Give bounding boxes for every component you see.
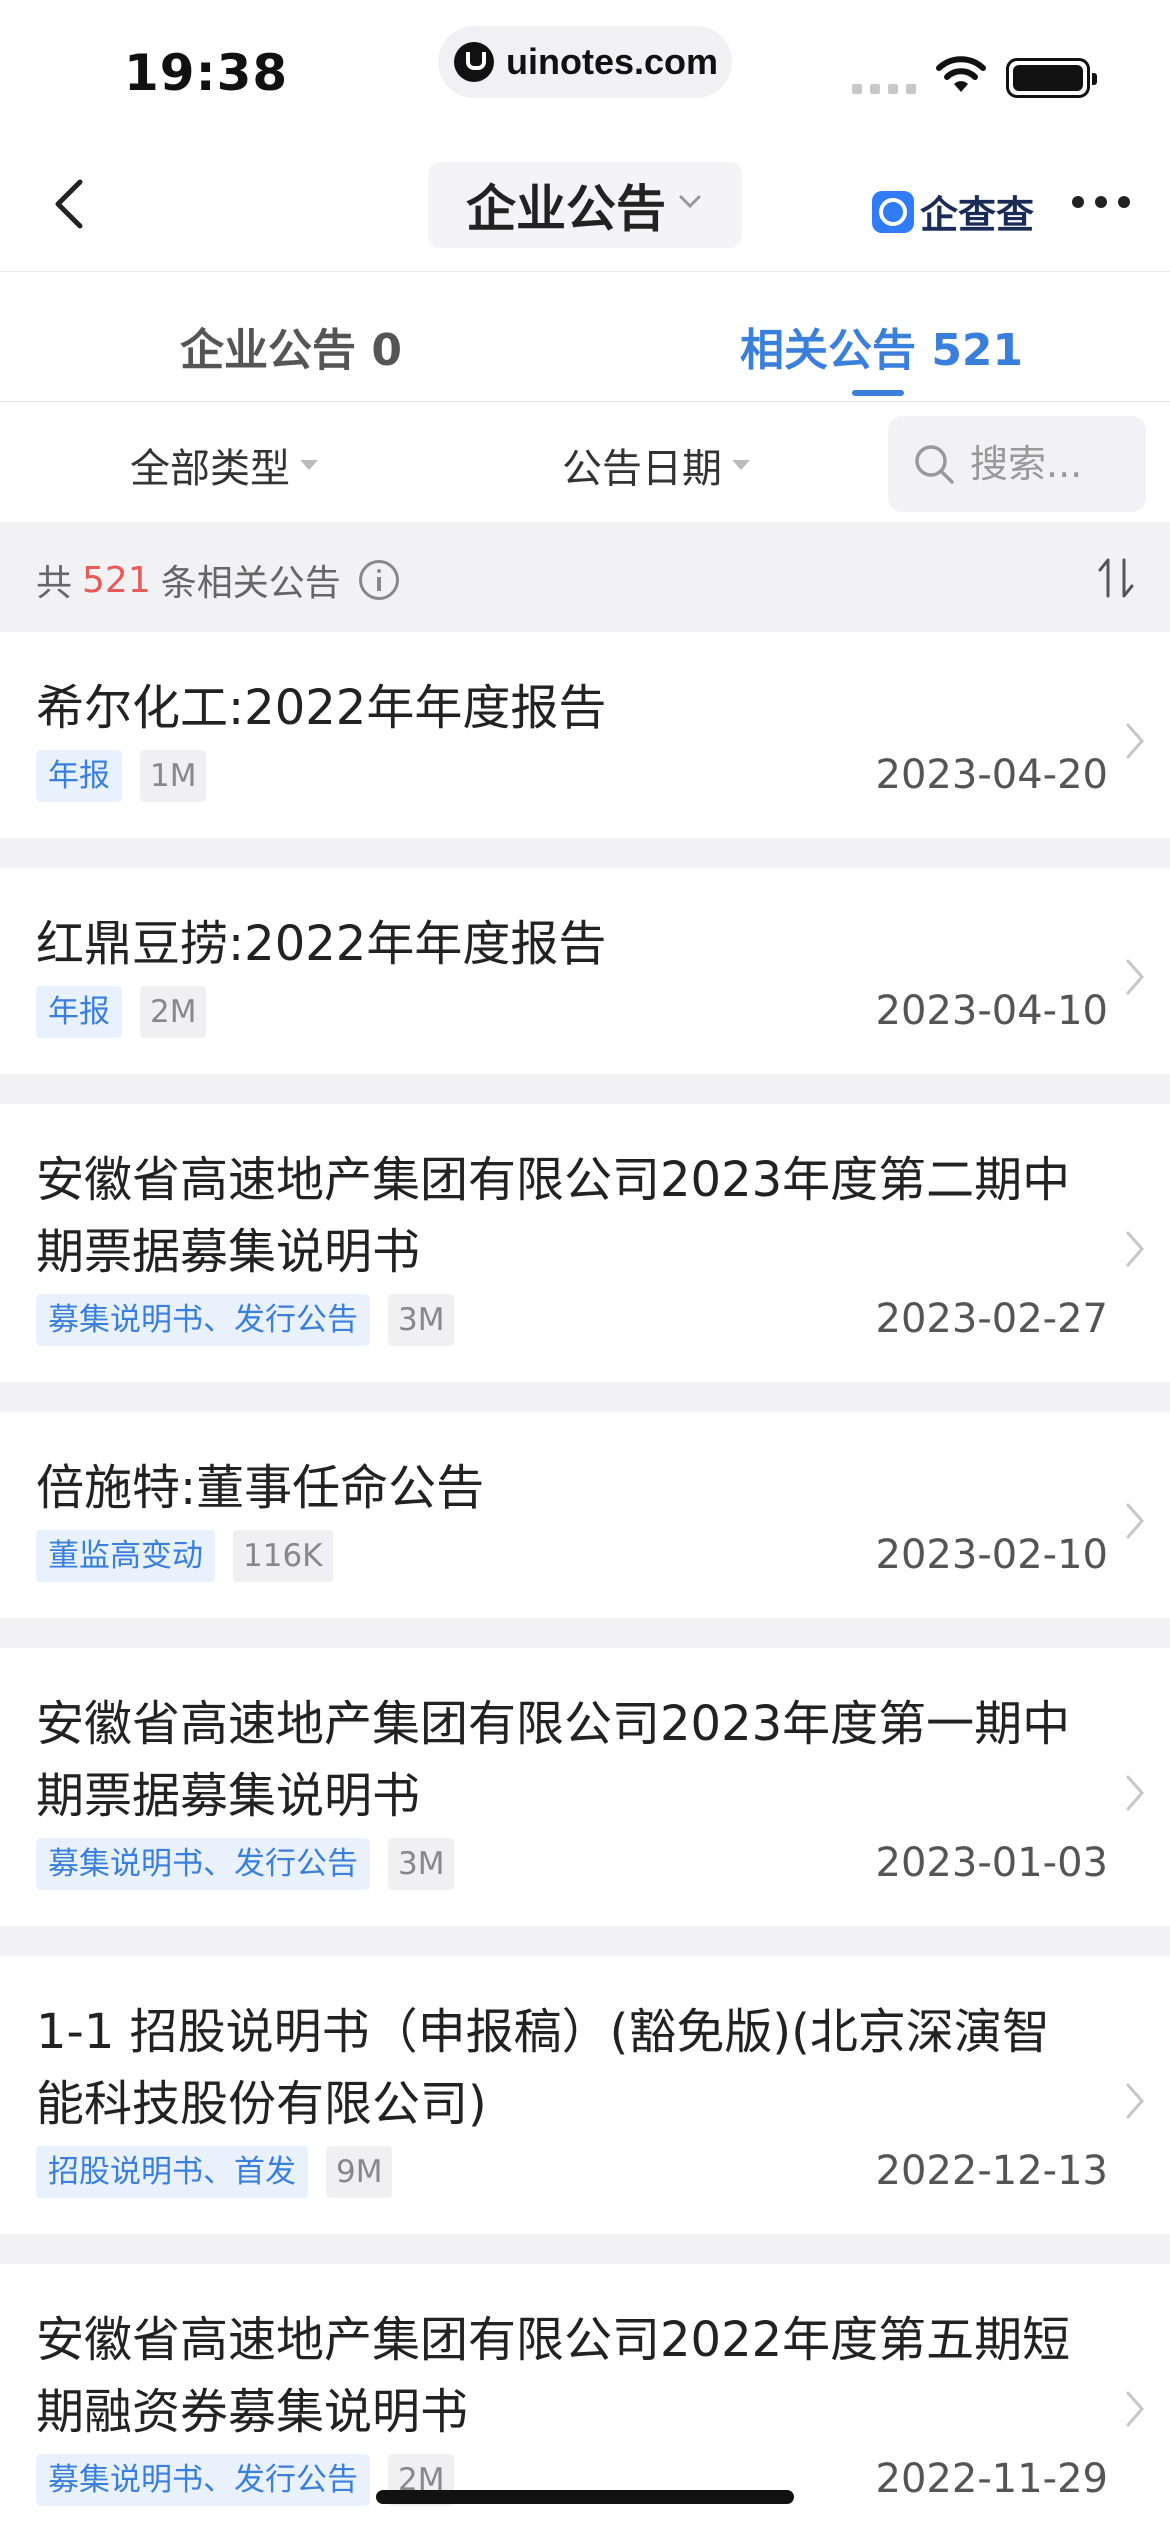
announcement-date: 2022-12-13	[875, 2148, 1108, 2194]
chevron-right-icon	[1126, 959, 1144, 995]
type-filter-label: 全部类型	[130, 446, 290, 492]
caret-down-icon	[732, 460, 750, 470]
category-badge: 招股说明书、首发	[36, 2146, 308, 2198]
file-size: 116K	[233, 1530, 333, 1582]
chevron-right-icon	[1126, 1503, 1144, 1539]
chevron-right-icon	[1126, 723, 1144, 759]
site-logo-icon	[454, 42, 494, 82]
chevron-right-icon	[1126, 2083, 1144, 2119]
announcement-title: 安徽省高速地产集团有限公司2023年度第一期中期票据募集说明书	[36, 1696, 1071, 1824]
announcement-title: 1-1 招股说明书（申报稿）(豁免版)(北京深演智能科技股份有限公司)	[36, 2004, 1050, 2132]
file-size: 2M	[140, 986, 207, 1038]
announcement-title: 安徽省高速地产集团有限公司2022年度第五期短期融资券募集说明书	[36, 2312, 1071, 2440]
home-indicator[interactable]	[376, 2490, 794, 2504]
active-tab-indicator	[852, 390, 904, 396]
wifi-icon	[936, 56, 986, 92]
search-input[interactable]	[970, 442, 1120, 486]
battery-icon	[1006, 58, 1097, 98]
announcement-title: 安徽省高速地产集团有限公司2023年度第二期中期票据募集说明书	[36, 1152, 1071, 1280]
category-badge: 董监高变动	[36, 1530, 215, 1582]
search-box[interactable]	[888, 416, 1146, 512]
list-item[interactable]: 1-1 招股说明书（申报稿）(豁免版)(北京深演智能科技股份有限公司) 招股说明…	[0, 1956, 1170, 2234]
type-filter[interactable]: 全部类型	[130, 436, 318, 494]
list-item[interactable]: 红鼎豆捞:2022年年度报告 年报 2M 2023-04-10	[0, 868, 1170, 1074]
chevron-down-icon	[679, 195, 701, 209]
chevron-right-icon	[1126, 1775, 1144, 1811]
file-size: 9M	[326, 2146, 393, 2198]
chevron-right-icon	[1126, 1231, 1144, 1267]
result-count: 521	[82, 559, 151, 601]
status-time: 19:38	[124, 44, 289, 102]
results-summary: 共 521 条相关公告	[0, 522, 1170, 632]
announcement-date: 2023-02-27	[875, 1296, 1108, 1342]
announcement-title: 红鼎豆捞:2022年年度报告	[36, 916, 607, 972]
back-icon[interactable]	[44, 176, 100, 232]
tab-company-announcements[interactable]: 企业公告 0	[180, 314, 402, 378]
filter-bar: 全部类型 公告日期	[0, 402, 1170, 522]
category-badge: 募集说明书、发行公告	[36, 2454, 370, 2506]
more-options-icon[interactable]	[1072, 196, 1130, 208]
announcement-date: 2023-04-20	[875, 752, 1108, 798]
file-size: 3M	[388, 1294, 455, 1346]
category-badge: 年报	[36, 750, 122, 802]
status-bar: 19:38 uinotes.com	[0, 0, 1170, 136]
site-url: uinotes.com	[506, 41, 719, 82]
search-icon	[915, 445, 954, 484]
brand-icon	[872, 190, 914, 233]
list-item[interactable]: 倍施特:董事任命公告 董监高变动 116K 2023-02-10	[0, 1412, 1170, 1618]
nav-bar: 企业公告 企查查	[0, 136, 1170, 272]
date-filter-label: 公告日期	[562, 446, 722, 492]
announcement-date: 2023-02-10	[875, 1532, 1108, 1578]
list-item[interactable]: 希尔化工:2022年年度报告 年报 1M 2023-04-20	[0, 632, 1170, 838]
category-badge: 募集说明书、发行公告	[36, 1294, 370, 1346]
summary-prefix: 共	[36, 563, 73, 604]
announcement-title: 倍施特:董事任命公告	[36, 1460, 485, 1516]
announcement-list: 希尔化工:2022年年度报告 年报 1M 2023-04-20 红鼎豆捞:202…	[0, 632, 1170, 2532]
info-icon[interactable]	[358, 560, 399, 600]
announcement-date: 2023-04-10	[875, 988, 1108, 1034]
url-pill[interactable]: uinotes.com	[438, 26, 732, 98]
list-item[interactable]: 安徽省高速地产集团有限公司2023年度第二期中期票据募集说明书 募集说明书、发行…	[0, 1104, 1170, 1382]
file-size: 1M	[140, 750, 207, 802]
brand-logo[interactable]: 企查查	[872, 184, 1034, 239]
category-badge: 募集说明书、发行公告	[36, 1838, 370, 1890]
sort-icon[interactable]	[1096, 556, 1136, 600]
announcement-title: 希尔化工:2022年年度报告	[36, 680, 607, 736]
file-size: 3M	[388, 1838, 455, 1890]
announcement-date: 2022-11-29	[875, 2456, 1108, 2502]
caret-down-icon	[300, 460, 318, 470]
date-filter[interactable]: 公告日期	[562, 436, 750, 494]
cellular-signal-icon	[852, 84, 916, 94]
category-badge: 年报	[36, 986, 122, 1038]
chevron-right-icon	[1126, 2391, 1144, 2427]
summary-suffix: 条相关公告	[160, 563, 341, 604]
page-title-selector[interactable]: 企业公告	[428, 162, 742, 248]
tab-bar: 企业公告 0 相关公告 521	[0, 272, 1170, 402]
list-item[interactable]: 安徽省高速地产集团有限公司2023年度第一期中期票据募集说明书 募集说明书、发行…	[0, 1648, 1170, 1926]
brand-name: 企查查	[920, 193, 1035, 237]
announcement-date: 2023-01-03	[875, 1840, 1108, 1886]
page-title: 企业公告	[466, 180, 666, 238]
tab-related-announcements[interactable]: 相关公告 521	[740, 314, 1023, 378]
